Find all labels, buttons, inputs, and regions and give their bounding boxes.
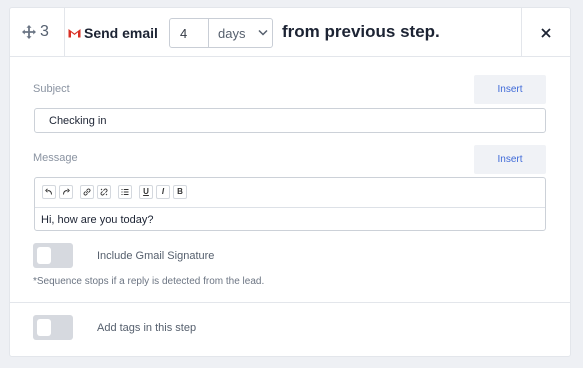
- subject-insert-button[interactable]: Insert: [474, 75, 546, 104]
- toggle-knob: [37, 319, 51, 336]
- gmail-icon: [68, 29, 81, 38]
- message-editor[interactable]: U I B Hi, how are you today?: [34, 177, 546, 231]
- italic-button[interactable]: I: [156, 185, 170, 199]
- step-card: 3 Send email days from previous step. Su…: [9, 7, 571, 357]
- link-icon: [83, 188, 91, 196]
- delay-value-input[interactable]: [169, 18, 209, 48]
- chevron-down-icon: [258, 29, 268, 36]
- message-body[interactable]: Hi, how are you today?: [41, 214, 154, 226]
- close-button[interactable]: [521, 8, 570, 56]
- underline-button[interactable]: U: [139, 185, 153, 199]
- close-icon[interactable]: [541, 28, 551, 38]
- undo-icon: [45, 188, 52, 195]
- delay-unit-value: days: [218, 26, 246, 41]
- bold-button[interactable]: B: [173, 185, 187, 199]
- unlink-icon: [100, 188, 108, 196]
- editor-toolbar: U I B: [35, 178, 545, 208]
- sequence-note: *Sequence stops if a reply is detected f…: [33, 276, 265, 287]
- from-previous-step-text: from previous step.: [282, 22, 440, 41]
- delay-unit-select[interactable]: days: [208, 18, 273, 48]
- bulleted-list-button[interactable]: [118, 185, 132, 199]
- unlink-button[interactable]: [97, 185, 111, 199]
- move-icon[interactable]: [21, 24, 37, 40]
- undo-button[interactable]: [42, 185, 56, 199]
- step-handle[interactable]: 3: [10, 8, 65, 56]
- redo-icon: [63, 188, 70, 195]
- step-header: 3 Send email days from previous step.: [10, 8, 570, 57]
- subject-label: Subject: [33, 83, 70, 95]
- step-number: 3: [40, 23, 49, 40]
- redo-button[interactable]: [59, 185, 73, 199]
- message-insert-button[interactable]: Insert: [474, 145, 546, 174]
- bulleted-list-icon: [121, 189, 129, 195]
- link-button[interactable]: [80, 185, 94, 199]
- gmail-signature-toggle[interactable]: [33, 243, 73, 268]
- subject-input[interactable]: [34, 108, 546, 133]
- add-tags-toggle[interactable]: [33, 315, 73, 340]
- gmail-signature-label: Include Gmail Signature: [97, 250, 215, 262]
- divider: [10, 302, 570, 303]
- toggle-knob: [37, 247, 51, 264]
- message-label: Message: [33, 152, 78, 164]
- action-title: Send email: [84, 25, 158, 41]
- add-tags-label: Add tags in this step: [97, 322, 197, 334]
